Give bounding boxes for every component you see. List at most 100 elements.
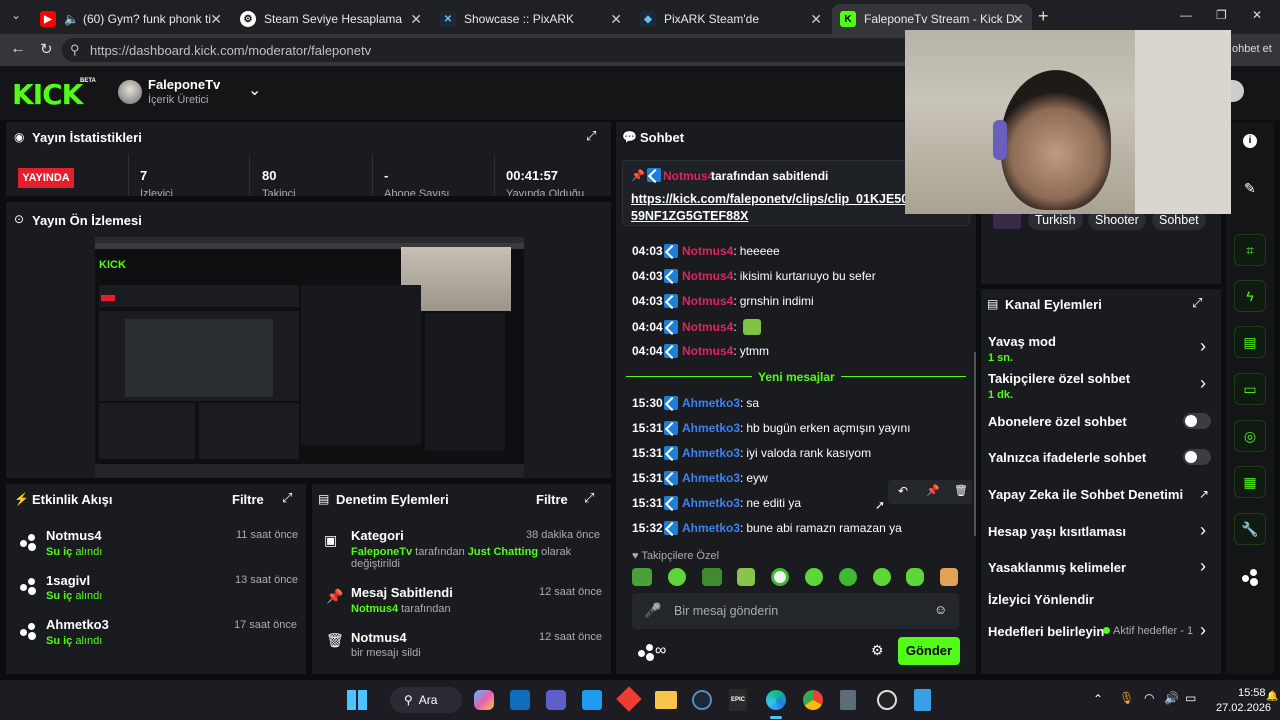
reload-icon[interactable]: ↻ [40, 40, 53, 58]
chat-message[interactable]: 15:32 Ahmetko3: bune abi ramazn ramazan y… [632, 521, 902, 535]
message-user[interactable]: Ahmetko3 [682, 446, 740, 460]
file-explorer-icon[interactable] [655, 691, 677, 709]
chat-message[interactable]: 04:03 Notmus4: grnshin indimi [632, 294, 814, 308]
stream-preview-video[interactable]: KICK [95, 237, 524, 478]
close-tab-icon[interactable]: ✕ [410, 11, 422, 28]
infinity-icon[interactable]: ∞ [655, 642, 666, 660]
chat-message[interactable]: 15:30 Ahmetko3: sa [632, 396, 759, 410]
chat-message-hovered[interactable]: 15:31 Ahmetko3: ne editi ya [632, 496, 801, 510]
clip-icon[interactable]: ⌗ [1234, 234, 1266, 266]
emote-icon[interactable] [839, 568, 857, 586]
emoji-icon[interactable]: ☺ [934, 602, 947, 617]
browser-tab-pixark-showcase[interactable]: ✕ Showcase :: PixARK ✕ [432, 4, 630, 34]
message-user[interactable]: Ahmetko3 [682, 396, 740, 410]
chat-settings-gear-icon[interactable]: ⚙ [871, 642, 884, 659]
volume-icon[interactable]: 🔊 [1164, 691, 1179, 705]
activity-user[interactable]: Ahmetko3 [46, 617, 109, 632]
edge-icon[interactable] [766, 690, 786, 710]
emote-icon[interactable] [940, 568, 958, 586]
browser-tab-steam-level[interactable]: ⚙ Steam Seviye Hesaplama ✕ [232, 4, 430, 34]
message-user[interactable]: Notmus4 [682, 244, 733, 258]
chevron-right-icon[interactable]: › [1200, 620, 1206, 641]
activity-user[interactable]: Notmus4 [46, 528, 102, 543]
calculator-icon[interactable] [840, 690, 856, 710]
chat-message[interactable]: 15:31 Ahmetko3: iyi valoda rank kasıyom [632, 446, 871, 460]
send-button[interactable]: Gönder [898, 637, 960, 665]
chat-bubble-icon[interactable]: ▭ [1234, 373, 1266, 405]
store-icon[interactable] [510, 690, 530, 710]
close-tab-icon[interactable]: ✕ [610, 11, 622, 28]
wifi-icon[interactable]: ◠ [1144, 691, 1154, 705]
minimize-icon[interactable]: — [1180, 8, 1192, 22]
message-user[interactable]: Notmus4 [682, 269, 733, 283]
clock-time[interactable]: 15:58 [1238, 687, 1266, 699]
chat-message[interactable]: 15:31 Ahmetko3: hb bugün erken açmışın ya… [632, 421, 910, 435]
lightning-icon[interactable]: ϟ [1234, 280, 1266, 312]
message-user[interactable]: Notmus4 [682, 320, 733, 334]
notes-icon[interactable]: ▤ [1234, 326, 1266, 358]
teams-icon[interactable] [546, 690, 566, 710]
chat-message[interactable]: 04:04 Notmus4: [632, 319, 761, 335]
chat-message[interactable]: 04:03 Notmus4: heeeee [632, 244, 780, 258]
steam-icon[interactable] [692, 690, 712, 710]
chat-input[interactable]: 🎤 Bir mesaj gönderin ☺ [632, 593, 959, 629]
obs-icon[interactable] [877, 690, 897, 710]
browser-tab-youtube[interactable]: ▶ 🔈 (60) Gym? funk phonk tiktok ✕ [32, 4, 230, 34]
close-tab-icon[interactable]: ✕ [210, 11, 222, 28]
info-icon[interactable]: i [1243, 134, 1257, 148]
filter-button[interactable]: Filtre [232, 492, 264, 507]
account-age-row[interactable]: Hesap yaşı kısıtlaması [988, 524, 1212, 539]
kicks-icon[interactable] [638, 644, 656, 661]
expand-icon[interactable]: ⤢ [586, 128, 596, 144]
emote-icon[interactable] [632, 568, 652, 586]
list-icon[interactable]: ▦ [1234, 466, 1266, 498]
site-info-icon[interactable]: ⚲ [70, 42, 80, 58]
chevron-right-icon[interactable]: › [1200, 336, 1206, 357]
epic-games-icon[interactable]: EPIC [729, 689, 747, 711]
message-user[interactable]: Ahmetko3 [682, 496, 740, 510]
copilot-icon[interactable] [474, 690, 494, 710]
channel-name[interactable]: FaleponeTv [148, 77, 220, 92]
emote-icon[interactable] [737, 568, 755, 586]
raid-row[interactable]: İzleyici Yönlendir [988, 592, 1212, 607]
followers-only-row[interactable]: Takipçilere özel sohbet 1 dk. [988, 371, 1212, 401]
emote-icon[interactable] [702, 568, 722, 586]
vscode-icon[interactable] [582, 690, 602, 710]
microphone-tray-icon[interactable]: 🎙 [1119, 691, 1134, 705]
edit-icon[interactable]: ✎ [1244, 180, 1256, 197]
avatar[interactable] [118, 80, 142, 104]
clock-date[interactable]: 27.02.2026 [1216, 702, 1271, 714]
filter-button[interactable]: Filtre [536, 492, 568, 507]
mod-user[interactable]: Notmus4 [351, 603, 398, 615]
search-box[interactable]: ⚲ Ara [390, 687, 462, 713]
maximize-icon[interactable]: ❐ [1216, 8, 1227, 22]
emote-icon[interactable] [873, 568, 891, 586]
mod-user[interactable]: FaleponeTv [351, 546, 412, 558]
windows-start-icon[interactable] [347, 690, 367, 710]
chrome-icon[interactable] [803, 690, 823, 710]
new-tab-icon[interactable]: + [1038, 6, 1049, 27]
pinned-link[interactable]: https://kick.com/faleponetv/clips/clip_0… [631, 191, 907, 225]
battery-icon[interactable]: ▭ [1185, 691, 1196, 705]
notification-bell-icon[interactable]: 🔔 [1266, 691, 1278, 702]
pin-message-icon[interactable]: 📌 [926, 484, 940, 497]
activity-user[interactable]: 1sagivl [46, 573, 90, 588]
wrench-icon[interactable]: 🔧 [1234, 513, 1266, 545]
microphone-icon[interactable]: 🎤 [644, 602, 661, 619]
ai-moderation-row[interactable]: Yapay Zeka ile Sohbet Denetimi [988, 487, 1212, 502]
chat-scrollbar[interactable] [974, 352, 976, 536]
chat-message[interactable]: 04:03 Notmus4: ikisimi kurtarıuyo bu sefe… [632, 269, 876, 283]
message-user[interactable]: Ahmetko3 [682, 421, 740, 435]
message-user[interactable]: Notmus4 [682, 344, 733, 358]
chevron-right-icon[interactable]: › [1200, 556, 1206, 577]
git-icon[interactable] [616, 686, 642, 712]
emote-icon[interactable] [805, 568, 823, 586]
close-window-icon[interactable]: ✕ [1252, 8, 1262, 22]
kicks-icon[interactable] [1242, 569, 1260, 586]
message-user[interactable]: Ahmetko3 [682, 521, 740, 535]
tab-list-dropdown[interactable]: ⌄ [6, 8, 26, 26]
emote-only-toggle[interactable] [1183, 449, 1211, 465]
back-icon[interactable]: ← [10, 40, 26, 58]
tray-chevron-up-icon[interactable]: ⌃ [1093, 692, 1103, 706]
browser-tab-pixark-steam[interactable]: ◆ PixARK Steam'de ✕ [632, 4, 830, 34]
